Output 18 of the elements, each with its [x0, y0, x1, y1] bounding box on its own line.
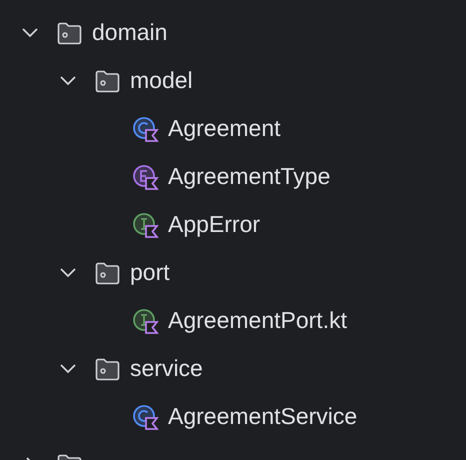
folder-name[interactable]: model	[130, 67, 193, 95]
file-name[interactable]: Agreement	[168, 115, 281, 143]
folder-icon	[94, 260, 121, 286]
interface-icon	[132, 212, 159, 238]
file-name[interactable]: AgreementService	[168, 403, 358, 431]
class-icon	[132, 116, 159, 142]
file-name[interactable]: AgreementType	[168, 163, 330, 191]
file-name[interactable]: AgreementPort.kt	[168, 307, 347, 335]
folder-name[interactable]: service	[130, 355, 203, 383]
class-icon	[132, 404, 159, 430]
folder-icon	[94, 68, 121, 94]
folder-name[interactable]: domain	[92, 19, 168, 47]
folder-icon	[56, 20, 83, 46]
interface-icon	[132, 308, 159, 334]
file-name[interactable]: AppError	[168, 211, 260, 239]
enum-icon	[132, 164, 159, 190]
folder-icon	[94, 356, 121, 382]
folder-name[interactable]: port	[130, 259, 170, 287]
